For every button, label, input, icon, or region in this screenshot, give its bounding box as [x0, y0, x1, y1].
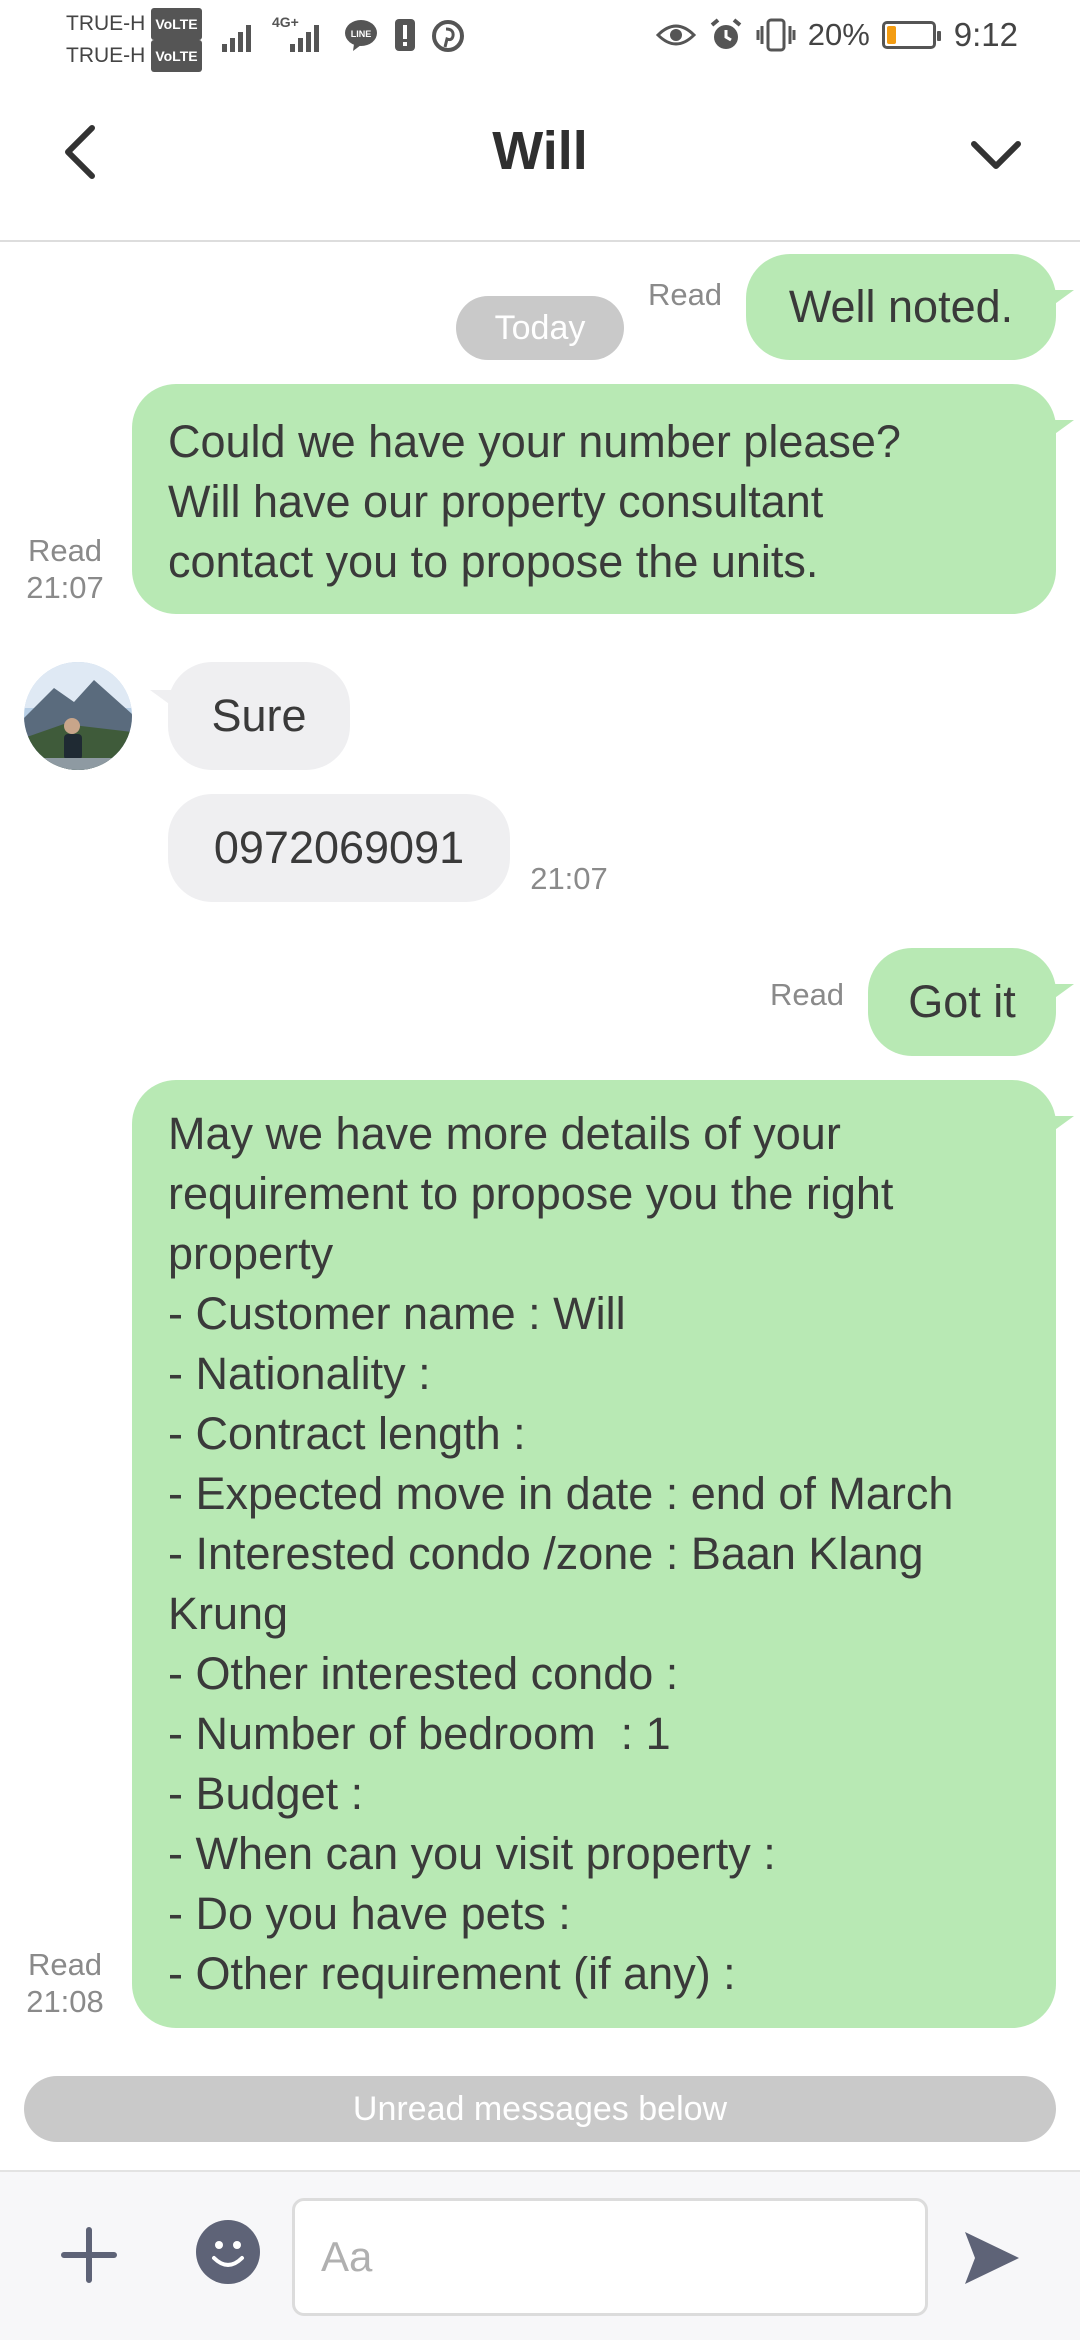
line-app-icon: LINE — [345, 20, 377, 51]
clock: 9:12 — [953, 16, 1018, 53]
emoji-icon — [212, 2241, 244, 2267]
add-attachment-button[interactable] — [54, 2220, 124, 2290]
bubble-tail — [1052, 1116, 1074, 1132]
message-bubble[interactable]: Well noted. — [746, 254, 1056, 360]
message-line: - Do you have pets : — [168, 1888, 571, 1939]
battery-fill — [886, 26, 897, 44]
message-line: Will have our property consultant — [168, 476, 824, 527]
carrier-info: TRUE-H VoLTE TRUE-H VoLTE — [66, 8, 202, 72]
message-line: - Interested condo /zone : Baan Klang — [168, 1528, 924, 1579]
message-bubble[interactable]: Got it — [868, 948, 1056, 1056]
message-status: Read — [647, 277, 723, 312]
status-bar: TRUE-H VoLTE TRUE-H VoLTE 4G+ LINE 20% 9… — [0, 0, 1080, 76]
read-label: Read — [27, 1947, 103, 1982]
message-line: - Expected move in date : end of March — [168, 1468, 954, 1519]
chat-title: Will — [492, 121, 588, 181]
send-icon — [965, 2232, 1019, 2284]
bubble-tail — [1052, 420, 1074, 436]
pinterest-icon — [432, 20, 464, 52]
message-line: - Customer name : Will — [168, 1288, 626, 1339]
message-text: Well noted. — [788, 281, 1014, 332]
message-bubble[interactable]: 0972069091 — [168, 794, 510, 902]
unread-messages-banner[interactable]: Unread messages below — [24, 2076, 1056, 2142]
message-status: Read 21:07 — [20, 532, 110, 606]
message-text: Got it — [908, 976, 1016, 1027]
chat-header: Will — [0, 76, 1080, 242]
plus-icon — [61, 2227, 117, 2283]
message-line: requirement to propose you the right — [168, 1168, 894, 1219]
message-line: contact you to propose the units. — [168, 536, 819, 587]
read-label: Read — [27, 533, 103, 568]
avatar-image — [24, 662, 132, 770]
chat-messages[interactable]: Today Read Well noted. Read 21:07 Could … — [0, 242, 1080, 2170]
carrier-2-label: TRUE-H — [66, 44, 146, 67]
message-line: Could we have your number please? — [168, 416, 901, 467]
svg-text:LINE: LINE — [351, 29, 372, 39]
send-button[interactable] — [956, 2222, 1028, 2294]
message-line: - Number of bedroom : 1 — [168, 1708, 671, 1759]
battery-icon — [881, 21, 941, 49]
emoji-button[interactable] — [196, 2220, 260, 2284]
message-time: 21:08 — [26, 1984, 104, 2019]
message-line: Krung — [168, 1588, 289, 1639]
message-text: Sure — [211, 690, 307, 741]
alert-icon — [395, 19, 415, 51]
message-line: property — [168, 1228, 334, 1279]
status-right-icons: 20% 9:12 — [655, 16, 1018, 54]
carrier-1-label: TRUE-H — [66, 12, 146, 35]
message-line: May we have more details of your — [168, 1108, 841, 1159]
message-status: Read — [769, 977, 845, 1012]
message-time: 21:07 — [530, 861, 608, 896]
message-line: - Nationality : — [168, 1348, 431, 1399]
eye-icon — [655, 24, 696, 46]
message-input-bar — [0, 2170, 1080, 2340]
message-line: - Contract length : — [168, 1408, 526, 1459]
bubble-tail — [1052, 290, 1074, 306]
message-bubble[interactable]: May we have more details of your require… — [132, 1080, 1056, 2028]
vibrate-icon — [756, 18, 796, 52]
message-line: - Other requirement (if any) : — [168, 1948, 736, 1999]
bubble-tail — [150, 690, 172, 706]
date-separator: Today — [456, 296, 624, 360]
battery-percent: 20% — [807, 17, 870, 52]
avatar[interactable] — [24, 662, 132, 770]
status-left-icons: 4G+ LINE — [222, 14, 464, 52]
signal-icon — [222, 25, 251, 52]
volte-badge: VoLTE — [151, 8, 202, 40]
message-line: - Budget : — [168, 1768, 364, 1819]
message-text: 0972069091 — [213, 822, 465, 873]
message-input[interactable] — [292, 2198, 928, 2316]
message-time: 21:07 — [26, 570, 104, 605]
message-line: - When can you visit property : — [168, 1828, 776, 1879]
chevron-down-icon — [971, 141, 1021, 169]
message-bubble[interactable]: Sure — [168, 662, 350, 770]
alarm-icon — [710, 18, 741, 49]
menu-dropdown-button[interactable] — [956, 120, 1036, 190]
message-bubble[interactable]: Could we have your number please? Will h… — [132, 384, 1056, 614]
message-line: - Other interested condo : — [168, 1648, 679, 1699]
signal-4g-icon: 4G+ — [272, 14, 328, 52]
volte-badge-2: VoLTE — [151, 40, 202, 72]
message-status: Read 21:08 — [20, 1946, 110, 2020]
bubble-tail — [1052, 984, 1074, 1000]
